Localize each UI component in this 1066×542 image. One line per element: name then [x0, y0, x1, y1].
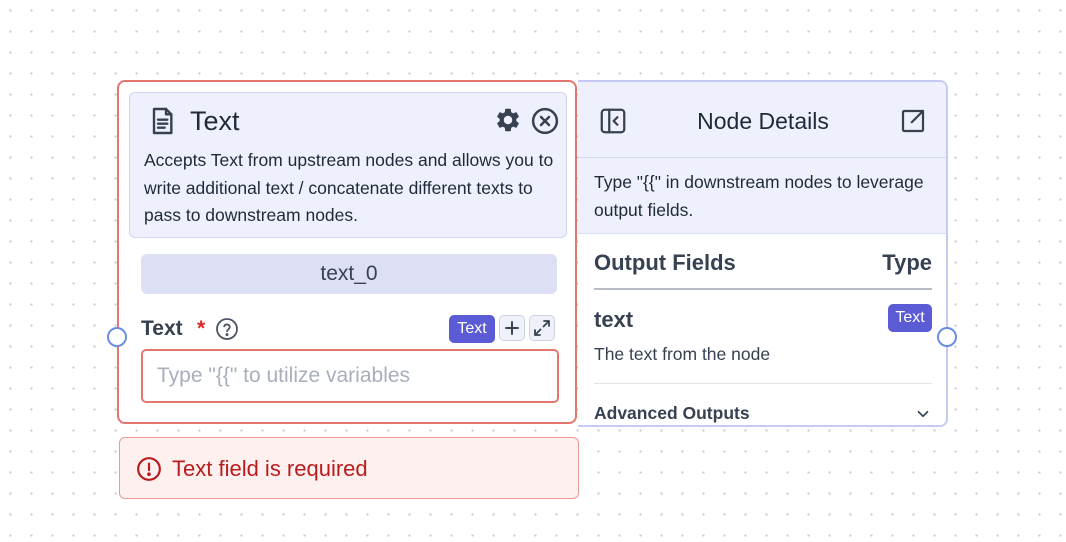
close-circle-icon[interactable]	[530, 106, 560, 136]
node-details-panel: Node Details Type "{{" in downstream nod…	[578, 80, 948, 427]
advanced-divider	[594, 383, 932, 384]
document-text-icon	[152, 107, 173, 135]
type-header: Type	[882, 250, 932, 275]
node-description: Accepts Text from upstream nodes and all…	[144, 150, 554, 225]
node-header: Text Accepts Text from upstream nodes an…	[129, 92, 567, 238]
input-handle[interactable]	[107, 327, 127, 347]
output-handle[interactable]	[937, 327, 957, 347]
expand-editor-button[interactable]	[529, 315, 555, 341]
text-input[interactable]	[141, 349, 559, 403]
add-variable-button[interactable]	[499, 315, 525, 341]
panel-header: Node Details Type "{{" in downstream nod…	[578, 82, 946, 234]
help-circle-icon[interactable]	[215, 317, 239, 341]
advanced-outputs-toggle[interactable]: Advanced Outputs	[594, 401, 750, 425]
open-external-icon[interactable]	[898, 106, 928, 136]
error-message: Text field is required	[119, 437, 579, 499]
output-field-type-badge: Text	[888, 304, 932, 332]
plus-icon	[505, 321, 519, 335]
header-divider	[594, 288, 932, 290]
node-title: Text	[190, 106, 240, 136]
gear-icon[interactable]	[494, 106, 522, 134]
panel-divider	[578, 157, 946, 158]
output-field-name: text	[594, 307, 634, 332]
text-field-label: Text	[141, 317, 183, 340]
error-text: Text field is required	[172, 456, 368, 481]
required-marker: *	[197, 317, 206, 340]
expand-arrows-icon	[534, 320, 550, 336]
output-fields-header: Output Fields	[594, 250, 736, 275]
node-name-field[interactable]: text_0	[141, 254, 557, 294]
alert-circle-icon	[137, 457, 161, 481]
text-node[interactable]: Text Accepts Text from upstream nodes an…	[117, 80, 577, 424]
field-type-badge[interactable]: Text	[449, 315, 495, 343]
panel-title: Node Details	[697, 108, 829, 134]
chevron-down-icon[interactable]	[914, 405, 932, 423]
panel-hint: Type "{{" in downstream nodes to leverag…	[594, 172, 924, 220]
output-field-description: The text from the node	[594, 344, 771, 364]
